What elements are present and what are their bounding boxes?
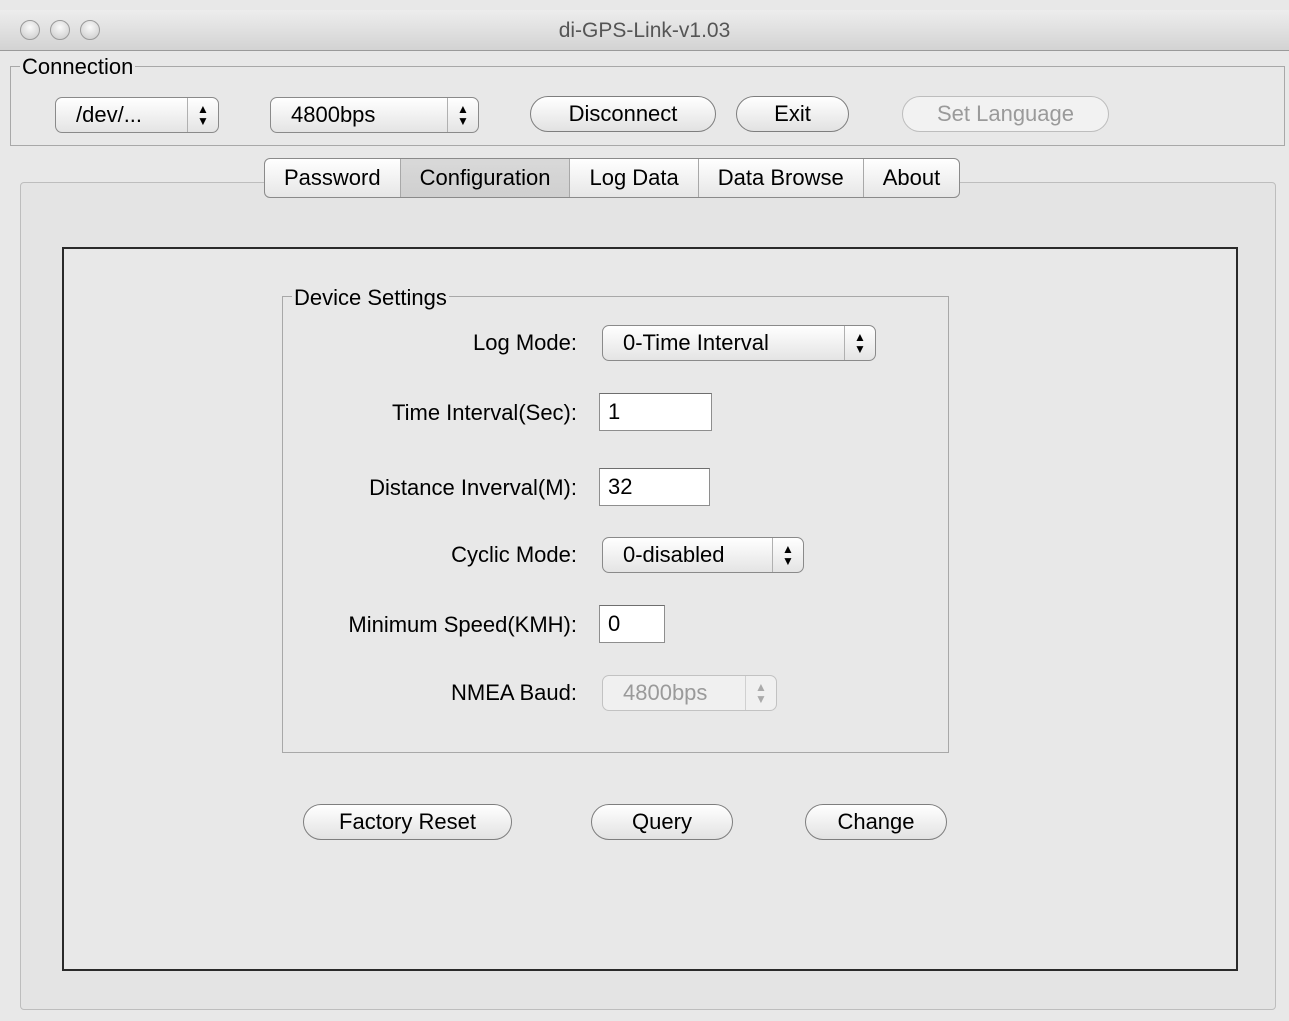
connection-group-label: Connection xyxy=(20,54,136,80)
window-title: di-GPS-Link-v1.03 xyxy=(558,19,731,42)
tab-about[interactable]: About xyxy=(864,159,959,197)
disconnect-button[interactable]: Disconnect xyxy=(530,96,716,132)
baud-select-value: 4800bps xyxy=(291,102,376,127)
up-down-arrows-icon: ▲ ▼ xyxy=(187,98,218,132)
device-settings-label: Device Settings xyxy=(292,285,449,311)
tab-bar: Password Configuration Log Data Data Bro… xyxy=(264,158,961,198)
log-mode-label: Log Mode: xyxy=(473,330,577,355)
set-language-button[interactable]: Set Language xyxy=(902,96,1109,132)
up-down-arrows-icon: ▲ ▼ xyxy=(844,326,875,360)
up-down-arrows-icon: ▲ ▼ xyxy=(772,538,803,572)
baud-select[interactable]: 4800bps ▲ ▼ xyxy=(270,97,479,133)
cyclic-mode-value: 0-disabled xyxy=(623,542,725,567)
log-mode-select[interactable]: 0-Time Interval ▲ ▼ xyxy=(602,325,876,361)
up-down-arrows-icon: ▲ ▼ xyxy=(447,98,478,132)
distance-interval-label: Distance Inverval(M): xyxy=(369,475,577,500)
exit-button[interactable]: Exit xyxy=(736,96,849,132)
tab-data-browse[interactable]: Data Browse xyxy=(699,159,864,197)
port-select[interactable]: /dev/... ▲ ▼ xyxy=(55,97,219,133)
tab-password[interactable]: Password xyxy=(265,159,401,197)
nmea-baud-value: 4800bps xyxy=(623,680,708,705)
minimum-speed-label: Minimum Speed(KMH): xyxy=(348,612,577,637)
cyclic-mode-label: Cyclic Mode: xyxy=(451,542,577,567)
query-button[interactable]: Query xyxy=(591,804,733,840)
nmea-baud-label: NMEA Baud: xyxy=(451,680,577,705)
nmea-baud-select[interactable]: 4800bps ▲ ▼ xyxy=(602,675,777,711)
title-bar[interactable]: di-GPS-Link-v1.03 xyxy=(0,10,1289,51)
app-window: di-GPS-Link-v1.03 Connection /dev/... ▲ ▼… xyxy=(0,0,1289,1021)
distance-interval-field[interactable]: 32 xyxy=(599,468,710,506)
time-interval-label: Time Interval(Sec): xyxy=(391,400,577,425)
change-button[interactable]: Change xyxy=(805,804,947,840)
up-down-arrows-icon: ▲ ▼ xyxy=(745,676,776,710)
port-select-value: /dev/... xyxy=(76,102,143,127)
minimum-speed-field[interactable]: 0 xyxy=(599,605,665,643)
time-interval-field[interactable]: 1 xyxy=(599,393,712,431)
cyclic-mode-select[interactable]: 0-disabled ▲ ▼ xyxy=(602,537,804,573)
tab-log-data[interactable]: Log Data xyxy=(570,159,699,197)
factory-reset-button[interactable]: Factory Reset xyxy=(303,804,512,840)
log-mode-value: 0-Time Interval xyxy=(623,330,769,355)
tab-configuration[interactable]: Configuration xyxy=(400,159,571,197)
